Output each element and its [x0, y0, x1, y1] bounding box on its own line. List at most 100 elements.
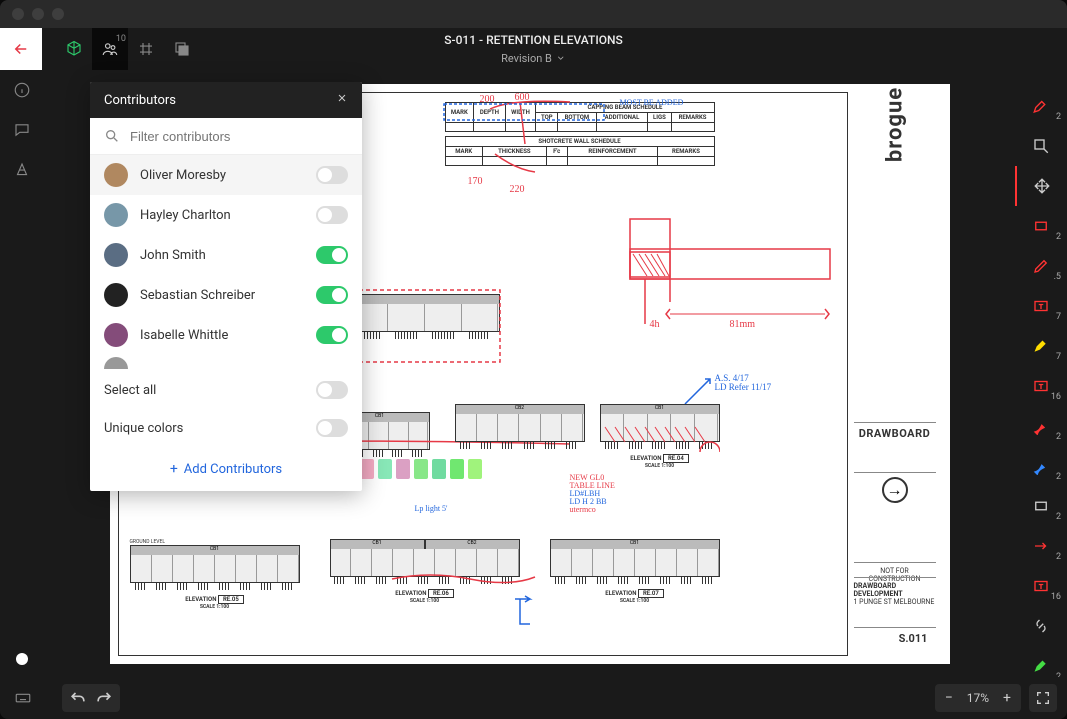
contributor-toggle[interactable]: [316, 246, 348, 264]
zoom-in-button[interactable]: +: [997, 688, 1017, 708]
traffic-min-icon[interactable]: [32, 8, 44, 20]
left-rail: [0, 70, 44, 677]
tool-badge: 2: [1056, 472, 1061, 482]
keyboard-icon: [14, 689, 32, 707]
tab-contributors[interactable]: 10: [92, 28, 128, 70]
rectangle2-icon: [1032, 497, 1050, 515]
close-icon: [336, 92, 348, 104]
status-dot[interactable]: [16, 653, 28, 665]
contributor-name: Sebastian Schreiber: [140, 288, 304, 303]
link-icon: [1032, 617, 1050, 635]
close-button[interactable]: [336, 92, 348, 108]
back-button[interactable]: [0, 28, 42, 70]
tool-badge: 7: [1056, 352, 1061, 362]
tab-layers[interactable]: [56, 28, 92, 70]
text-tool-tool[interactable]: 16: [1015, 366, 1067, 406]
contributor-row[interactable]: John Smith: [90, 235, 362, 275]
drawboard-logo: DRAWBOARD: [854, 422, 936, 444]
pen-blue-icon: [1032, 457, 1050, 475]
chat-icon: [13, 121, 31, 139]
filter-input[interactable]: [130, 129, 348, 144]
contributor-toggle[interactable]: [316, 286, 348, 304]
contributor-toggle[interactable]: [316, 206, 348, 224]
keyboard-button[interactable]: [10, 685, 36, 711]
annot-81mm: 81mm: [730, 319, 756, 330]
elevation-re06: CB1CB2 ELEVATION RE.06SCALE 1:100: [330, 539, 520, 604]
arrow-tool[interactable]: 2: [1015, 526, 1067, 566]
north-arrow-icon: →: [854, 472, 936, 507]
cone-icon: [13, 161, 31, 179]
contributor-row[interactable]: Sebastian Schreiber: [90, 275, 362, 315]
select-all-row: Select all: [90, 371, 362, 409]
text-box-tool[interactable]: 7: [1015, 286, 1067, 326]
select-all-toggle[interactable]: [316, 381, 348, 399]
annot-4h: 4h: [650, 319, 660, 330]
zoom-value: 17%: [967, 691, 989, 705]
elevation-re04: CB1 ELEVATION RE.04SCALE 1:100: [600, 404, 720, 469]
tool-badge: 2: [1056, 432, 1061, 442]
rectangle-tool[interactable]: 2: [1015, 206, 1067, 246]
blue-arrow2: [510, 594, 550, 634]
highlight-marker-tool[interactable]: 7: [1015, 326, 1067, 366]
highlighter-tool[interactable]: 2: [1015, 86, 1067, 126]
tab-grid[interactable]: [128, 28, 164, 70]
marker-green-icon: [1032, 657, 1050, 675]
bottom-bar: − 17% +: [0, 677, 1067, 719]
pen-blue-tool[interactable]: 2: [1015, 446, 1067, 486]
link-tool[interactable]: [1015, 606, 1067, 646]
info-button[interactable]: [12, 80, 32, 100]
overlay-icon: [173, 40, 191, 58]
add-contributors-button[interactable]: + Add Contributors: [90, 447, 362, 491]
filter-wrapper: [90, 118, 362, 155]
traffic-max-icon[interactable]: [52, 8, 64, 20]
fullscreen-button[interactable]: [1029, 684, 1057, 712]
annot-220: 220: [510, 184, 525, 195]
tab-compare[interactable]: [164, 28, 200, 70]
avatar-icon: [104, 163, 128, 187]
tool-badge: 2: [1056, 512, 1061, 522]
contributor-name: Hayley Charlton: [140, 208, 304, 223]
contributor-toggle[interactable]: [316, 166, 348, 184]
title-block: brogue DRAWBOARD → NOT FOR CONSTRUCTION …: [847, 92, 942, 656]
redo-icon: [94, 688, 114, 708]
project-name: DRAWBOARD DEVELOPMENT 1 PUNGE ST MELBOUR…: [854, 577, 936, 611]
move-tool[interactable]: [1015, 166, 1067, 206]
revision-dropdown[interactable]: Revision B: [501, 52, 566, 65]
avatar-icon: [104, 243, 128, 267]
traffic-close-icon[interactable]: [12, 8, 24, 20]
contributor-name: John Smith: [140, 248, 304, 263]
move-icon: [1033, 177, 1051, 195]
red-wave: [390, 569, 540, 589]
pencil-tool[interactable]: .5: [1015, 246, 1067, 286]
tool-badge: 7: [1056, 312, 1061, 322]
avatar-icon: [104, 283, 128, 307]
top-toolbar: 10 S-011 - RETENTION ELEVATIONS Revision…: [0, 28, 1067, 70]
text2-icon: [1032, 577, 1050, 595]
contributor-toggle[interactable]: [316, 326, 348, 344]
unique-colors-toggle[interactable]: [316, 419, 348, 437]
contributor-row[interactable]: Isabelle Whittle: [90, 315, 362, 355]
zoom-out-button[interactable]: −: [939, 688, 959, 708]
comments-button[interactable]: [12, 120, 32, 140]
contributors-panel: Contributors Oliver Moresby Hayley Charl…: [90, 82, 362, 491]
zoom-control: − 17% +: [935, 684, 1021, 712]
unique-colors-row: Unique colors: [90, 409, 362, 447]
text-box-icon: [1032, 297, 1050, 315]
highlighter-icon: [1032, 97, 1050, 115]
elevation-re07: CB1 ELEVATION RE.07SCALE 1:100: [550, 539, 720, 604]
text2-tool[interactable]: 16: [1015, 566, 1067, 606]
undo-icon: [68, 688, 88, 708]
avatar-icon: [104, 203, 128, 227]
issues-button[interactable]: [12, 160, 32, 180]
unique-colors-label: Unique colors: [104, 421, 183, 436]
rectangle2-tool[interactable]: 2: [1015, 486, 1067, 526]
contributor-row[interactable]: Oliver Moresby: [90, 155, 362, 195]
contributor-row[interactable]: Hayley Charlton: [90, 195, 362, 235]
contributors-badge: 10: [116, 34, 126, 44]
select-cursor-tool[interactable]: [1015, 126, 1067, 166]
redo-button[interactable]: [94, 688, 114, 708]
undo-button[interactable]: [68, 688, 88, 708]
pen-draw-icon: [1032, 417, 1050, 435]
avatar-icon: [104, 323, 128, 347]
pen-draw-tool[interactable]: 2: [1015, 406, 1067, 446]
